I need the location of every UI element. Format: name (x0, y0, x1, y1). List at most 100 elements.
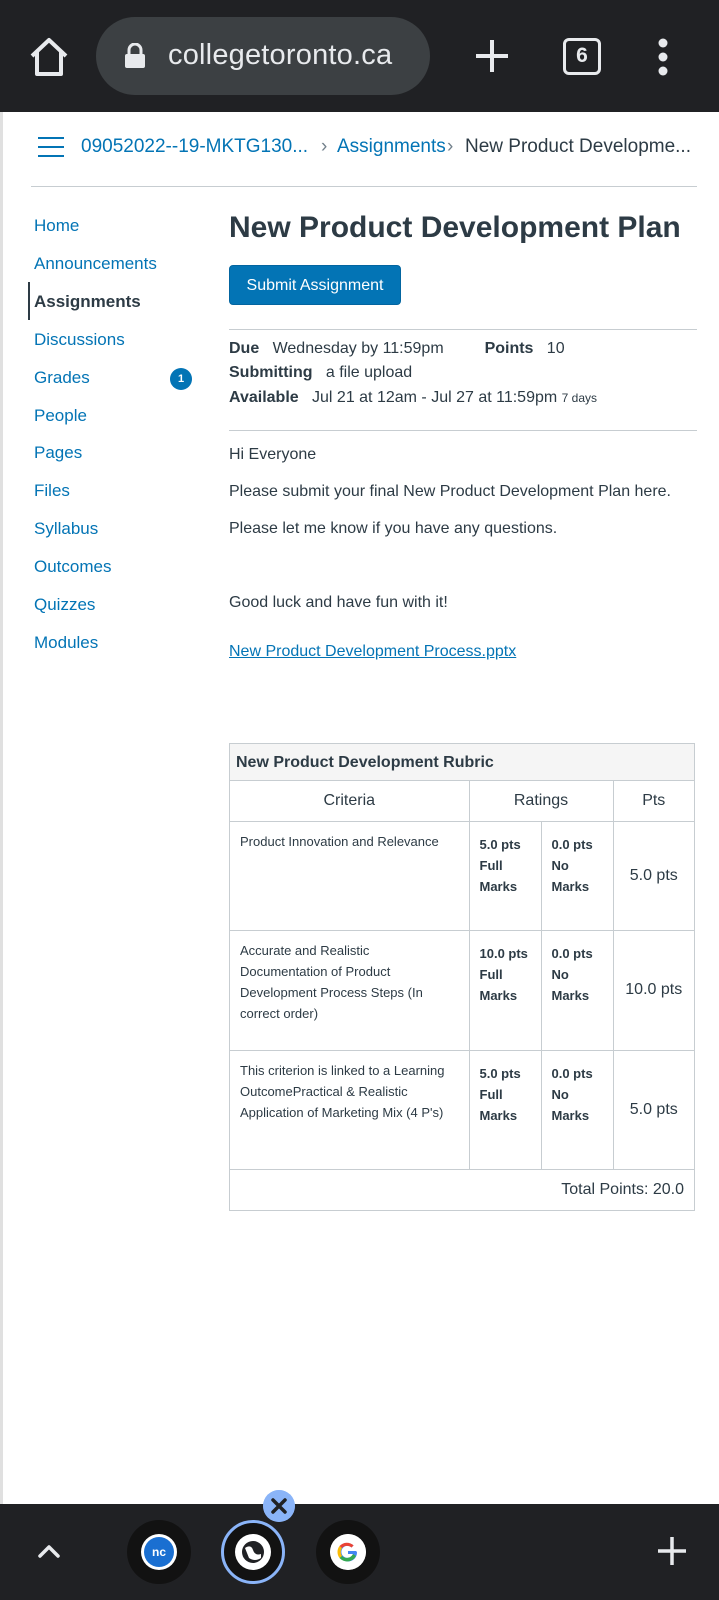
header-ratings: Ratings (469, 781, 614, 822)
rubric-title: New Product Development Rubric (230, 744, 694, 781)
tab-nc[interactable]: nc (127, 1520, 191, 1584)
nav-discussions[interactable]: Discussions (34, 330, 125, 350)
google-icon (330, 1534, 366, 1570)
nav-announcements[interactable]: Announcements (34, 254, 157, 274)
breadcrumb-current: New Product Developme... (465, 136, 691, 157)
grades-badge: 1 (170, 368, 192, 390)
rating-desc: No (551, 1086, 569, 1102)
available-days: 7 days (561, 391, 598, 405)
submit-assignment-button[interactable]: Submit Assignment (229, 265, 401, 305)
address-bar[interactable]: collegetoronto.ca (96, 17, 430, 95)
rating-desc: Full (479, 966, 503, 982)
nav-grades[interactable]: Grades (34, 368, 90, 388)
rating-desc: Marks (479, 987, 518, 1003)
rating-none: 0.0 pts No Marks (540, 1050, 613, 1169)
more-menu-icon[interactable] (648, 36, 678, 78)
rating-pts: 5.0 pts (479, 836, 521, 852)
tab-google[interactable] (316, 1520, 380, 1584)
nav-syllabus[interactable]: Syllabus (34, 519, 98, 539)
add-tab-icon[interactable] (655, 1534, 689, 1568)
criterion-text: Product Innovation and Relevance (230, 821, 470, 931)
rating-desc: Marks (479, 878, 518, 894)
nav-files[interactable]: Files (34, 481, 70, 501)
nav-people[interactable]: People (34, 406, 87, 426)
rating-pts: 10.0 pts (479, 945, 528, 961)
criterion-text: This criterion is linked to a Learning O… (230, 1050, 470, 1170)
breadcrumb-separator-icon: › (447, 136, 454, 157)
tab-strip: nc (0, 1504, 719, 1600)
rating-desc: No (551, 966, 569, 982)
divider (229, 329, 697, 330)
header-criteria: Criteria (230, 781, 470, 822)
rubric-total: Total Points: 20.0 (561, 1180, 684, 1198)
close-tab-icon[interactable] (263, 1490, 295, 1522)
chevron-up-icon[interactable] (34, 1536, 64, 1566)
table-row: Accurate and Realistic Documentation of … (230, 930, 694, 1051)
rating-pts: 0.0 pts (551, 945, 593, 961)
nav-home[interactable]: Home (34, 216, 79, 236)
nav-quizzes[interactable]: Quizzes (34, 595, 95, 615)
breadcrumb-separator-icon: › (321, 136, 328, 157)
due-label: Due (229, 340, 260, 357)
home-icon[interactable] (26, 34, 72, 80)
hamburger-menu-icon[interactable] (38, 137, 64, 157)
rating-full: 5.0 pts Full Marks (470, 822, 541, 930)
rating-desc: Marks (479, 1107, 518, 1123)
available-label: Available (229, 389, 299, 406)
body-paragraph: Please let me know if you have any quest… (229, 520, 558, 537)
nc-favicon-label: nc (144, 1537, 174, 1567)
nav-pages[interactable]: Pages (34, 443, 82, 463)
rating-desc: Full (479, 857, 503, 873)
due-line: Due Wednesday by 11:59pm Points 10 (229, 340, 565, 358)
criterion-pts: 5.0 pts (613, 1050, 694, 1170)
available-value: Jul 21 at 12am - Jul 27 at 11:59pm (312, 389, 558, 406)
rubric-table: New Product Development Rubric Criteria … (229, 743, 695, 1211)
page-title: New Product Development Plan (229, 211, 681, 244)
ratings-cell: 5.0 pts Full Marks 0.0 pts No Marks (469, 1050, 614, 1170)
new-tab-icon[interactable] (470, 34, 514, 78)
lock-icon (125, 43, 145, 68)
available-line: Available Jul 21 at 12am - Jul 27 at 11:… (229, 389, 597, 407)
body-paragraph: Please submit your final New Product Dev… (229, 483, 671, 500)
criterion-pts: 5.0 pts (613, 821, 694, 931)
due-value: Wednesday by 11:59pm (272, 340, 444, 357)
rating-full: 10.0 pts Full Marks (470, 931, 541, 1050)
rating-desc: Marks (551, 878, 590, 894)
submitting-value: a file upload (325, 364, 413, 381)
divider (229, 430, 697, 431)
ratings-cell: 10.0 pts Full Marks 0.0 pts No Marks (469, 930, 614, 1051)
header-pts: Pts (613, 781, 694, 822)
browser-toolbar: collegetoronto.ca 6 (0, 0, 719, 112)
rating-desc: No (551, 857, 569, 873)
table-row: This criterion is linked to a Learning O… (230, 1050, 694, 1170)
rating-pts: 0.0 pts (551, 1065, 593, 1081)
ratings-cell: 5.0 pts Full Marks 0.0 pts No Marks (469, 821, 614, 931)
criterion-pts: 10.0 pts (613, 930, 694, 1051)
body-greeting: Hi Everyone (229, 446, 317, 463)
globe-icon (235, 1534, 271, 1570)
tab-switcher-button[interactable]: 6 (563, 38, 601, 75)
table-row: Product Innovation and Relevance 5.0 pts… (230, 821, 694, 931)
submitting-line: Submitting a file upload (229, 364, 412, 382)
rating-full: 5.0 pts Full Marks (470, 1051, 541, 1169)
url-text: collegetoronto.ca (168, 39, 393, 71)
rating-none: 0.0 pts No Marks (540, 821, 613, 930)
nc-favicon-icon: nc (141, 1534, 177, 1570)
body-paragraph: Good luck and have fun with it! (229, 594, 448, 611)
rating-desc: Marks (551, 1107, 590, 1123)
rating-pts: 0.0 pts (551, 836, 593, 852)
criterion-text: Accurate and Realistic Documentation of … (230, 930, 470, 1051)
points-value: 10 (546, 340, 565, 357)
attachment-link[interactable]: New Product Development Process.pptx (229, 643, 516, 661)
nav-modules[interactable]: Modules (34, 633, 98, 653)
rating-desc: Marks (551, 987, 590, 1003)
tab-current[interactable] (221, 1520, 285, 1584)
nav-outcomes[interactable]: Outcomes (34, 557, 111, 577)
rating-desc: Full (479, 1086, 503, 1102)
submitting-label: Submitting (229, 364, 313, 381)
breadcrumb-course[interactable]: 09052022--19-MKTG130... (81, 136, 308, 158)
rating-none: 0.0 pts No Marks (540, 930, 613, 1050)
nav-assignments[interactable]: Assignments (34, 292, 141, 312)
rating-pts: 5.0 pts (479, 1065, 521, 1081)
breadcrumb-assignments[interactable]: Assignments (337, 136, 446, 158)
